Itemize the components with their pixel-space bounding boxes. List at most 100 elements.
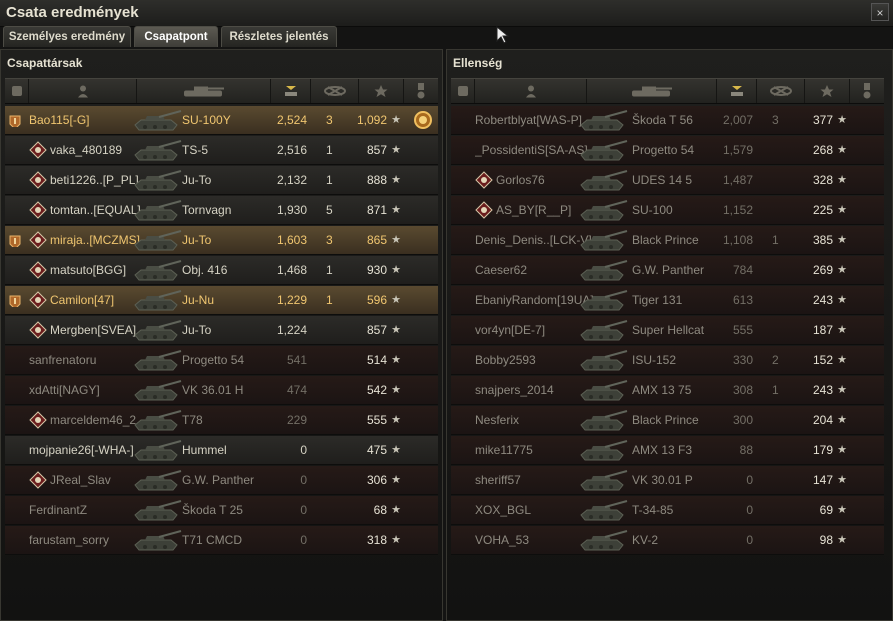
- kills-value: [326, 526, 342, 554]
- clan-emblem-icon: [29, 231, 47, 249]
- table-row[interactable]: _PossidentiS[SA-AS] Progetto 54 1,579 268 ★: [451, 136, 884, 165]
- player-name[interactable]: Robertblyat[WAS-P]: [475, 106, 582, 134]
- table-row[interactable]: sheriff57 VK 30.01 P 0 147 ★: [451, 466, 884, 495]
- clan-emblem-icon: [29, 171, 47, 189]
- medal-icon[interactable]: [412, 109, 434, 131]
- vehicle-icon: [131, 137, 183, 163]
- player-icon[interactable]: [29, 79, 137, 103]
- tab-detailed-report[interactable]: Részletes jelentés: [221, 26, 337, 47]
- table-row[interactable]: FerdinantZ Škoda T 25 0 68 ★: [5, 496, 438, 525]
- table-row[interactable]: Nesferix Black Prince 300 204 ★: [451, 406, 884, 435]
- player-name[interactable]: vor4yn[DE-7]: [475, 316, 545, 344]
- player-name[interactable]: Bao115[-G]: [29, 106, 89, 134]
- player-icon[interactable]: [475, 79, 587, 103]
- player-name[interactable]: Bobby2593: [475, 346, 536, 374]
- player-name[interactable]: Denis_Denis..[LCK-V]: [475, 226, 592, 254]
- player-name[interactable]: Mergben[SVEA]: [50, 316, 136, 344]
- player-name[interactable]: Camilon[47]: [50, 286, 114, 314]
- kills-icon[interactable]: [311, 79, 359, 103]
- player-name[interactable]: _PossidentiS[SA-AS]: [475, 136, 588, 164]
- star-icon: ★: [837, 534, 847, 546]
- star-icon: ★: [837, 414, 847, 426]
- table-row[interactable]: tomtan..[EQUAL] Tornvagn 1,930 5 871 ★: [5, 196, 438, 225]
- damage-value: 1,468: [276, 263, 307, 277]
- damage-icon[interactable]: [717, 79, 757, 103]
- table-row[interactable]: XOX_BGL T-34-85 0 69 ★: [451, 496, 884, 525]
- table-row[interactable]: EbaniyRandom[19UA] Tiger 131 613 243 ★: [451, 286, 884, 315]
- player-name[interactable]: AS_BY[R__P]: [496, 196, 571, 224]
- player-name[interactable]: mike11775: [475, 436, 533, 464]
- player-name[interactable]: VOHA_53: [475, 526, 529, 554]
- table-row[interactable]: mike11775 AMX 13 F3 88 179 ★: [451, 436, 884, 465]
- table-row[interactable]: matsuto[BGG] Obj. 416 1,468 1 930 ★: [5, 256, 438, 285]
- table-row[interactable]: vor4yn[DE-7] Super Hellcat 555 187 ★: [451, 316, 884, 345]
- player-name[interactable]: vaka_480189: [50, 136, 122, 164]
- player-name[interactable]: sheriff57: [475, 466, 521, 494]
- player-name[interactable]: sanfrenatoru: [29, 346, 96, 374]
- medal-icon[interactable]: [850, 79, 884, 103]
- xp-value: 514: [366, 353, 387, 367]
- close-button[interactable]: ×: [871, 3, 889, 21]
- platoon-icon: [9, 232, 21, 247]
- player-name[interactable]: XOX_BGL: [475, 496, 531, 524]
- table-row[interactable]: Bao115[-G] SU-100Y 2,524 3 1,092 ★: [5, 106, 438, 135]
- window-title: Csata eredmények: [6, 4, 139, 21]
- tank-icon[interactable]: [587, 79, 717, 103]
- tank-icon[interactable]: [137, 79, 271, 103]
- medal-icon[interactable]: [404, 79, 438, 103]
- damage-value: 1,487: [722, 173, 753, 187]
- table-row[interactable]: AS_BY[R__P] SU-100 1,152 225 ★: [451, 196, 884, 225]
- table-row[interactable]: Mergben[SVEA] Ju-To 1,224 857 ★: [5, 316, 438, 345]
- player-name[interactable]: farustam_sorry: [29, 526, 109, 554]
- table-row[interactable]: marceldem46_2.. T78 229 555 ★: [5, 406, 438, 435]
- player-name[interactable]: marceldem46_2..: [50, 406, 143, 434]
- kills-icon[interactable]: [757, 79, 805, 103]
- star-icon[interactable]: [359, 79, 404, 103]
- xp-value: 930: [366, 263, 387, 277]
- table-row[interactable]: Caeser62 G.W. Panther 784 269 ★: [451, 256, 884, 285]
- player-name[interactable]: tomtan..[EQUAL]: [50, 196, 141, 224]
- table-row[interactable]: Gorlos76 UDES 14 5 1,487 328 ★: [451, 166, 884, 195]
- table-row[interactable]: vaka_480189 TS-5 2,516 1 857 ★: [5, 136, 438, 165]
- player-name[interactable]: snajpers_2014: [475, 376, 554, 404]
- xp-value: 269: [812, 263, 833, 277]
- player-name[interactable]: Nesferix: [475, 406, 519, 434]
- player-name[interactable]: beti1226..[P_PL]: [50, 166, 139, 194]
- star-icon: ★: [837, 384, 847, 396]
- player-name[interactable]: xdAtti[NAGY]: [29, 376, 100, 404]
- table-row[interactable]: mojpanie26[-WHA-] Hummel 0 475 ★: [5, 436, 438, 465]
- xp-value: 187: [812, 323, 833, 337]
- tab-personal-result[interactable]: Személyes eredmény: [3, 26, 131, 47]
- table-row[interactable]: JReal_Slav G.W. Panther 0 306 ★: [5, 466, 438, 495]
- star-icon: ★: [837, 114, 847, 126]
- player-name[interactable]: EbaniyRandom[19UA]: [475, 286, 594, 314]
- star-icon: ★: [391, 264, 401, 276]
- table-row[interactable]: sanfrenatoru Progetto 54 541 514 ★: [5, 346, 438, 375]
- table-row[interactable]: VOHA_53 KV-2 0 98 ★: [451, 526, 884, 555]
- player-name[interactable]: FerdinantZ: [29, 496, 87, 524]
- table-row[interactable]: miraja..[MCZMS] Ju-To 1,603 3 865 ★: [5, 226, 438, 255]
- table-row[interactable]: snajpers_2014 AMX 13 75 308 1 243 ★: [451, 376, 884, 405]
- table-row[interactable]: Denis_Denis..[LCK-V] Black Prince 1,108 1 38…: [451, 226, 884, 255]
- player-name[interactable]: Gorlos76: [496, 166, 545, 194]
- vehicle-name: Ju-Nu: [182, 293, 215, 307]
- player-name[interactable]: miraja..[MCZMS]: [50, 226, 140, 254]
- player-name[interactable]: JReal_Slav: [50, 466, 111, 494]
- table-row[interactable]: Robertblyat[WAS-P] Škoda T 56 2,007 3 377 ★: [451, 106, 884, 135]
- player-name[interactable]: Caeser62: [475, 256, 527, 284]
- kills-value: [326, 406, 342, 434]
- squad-icon[interactable]: [451, 79, 475, 103]
- table-row[interactable]: Bobby2593 ISU-152 330 2 152 ★: [451, 346, 884, 375]
- table-row[interactable]: Camilon[47] Ju-Nu 1,229 1 596 ★: [5, 286, 438, 315]
- table-row[interactable]: beti1226..[P_PL] Ju-To 2,132 1 888 ★: [5, 166, 438, 195]
- star-icon[interactable]: [805, 79, 850, 103]
- clan-emblem-icon: [29, 261, 47, 279]
- player-name[interactable]: mojpanie26[-WHA-]: [29, 436, 134, 464]
- table-row[interactable]: farustam_sorry T71 CMCD 0 318 ★: [5, 526, 438, 555]
- damage-icon[interactable]: [271, 79, 311, 103]
- table-row[interactable]: xdAtti[NAGY] VK 36.01 H 474 542 ★: [5, 376, 438, 405]
- squad-icon[interactable]: [5, 79, 29, 103]
- vehicle-icon: [131, 497, 183, 523]
- player-name[interactable]: matsuto[BGG]: [50, 256, 126, 284]
- tab-team-score[interactable]: Csapatpont: [134, 26, 218, 47]
